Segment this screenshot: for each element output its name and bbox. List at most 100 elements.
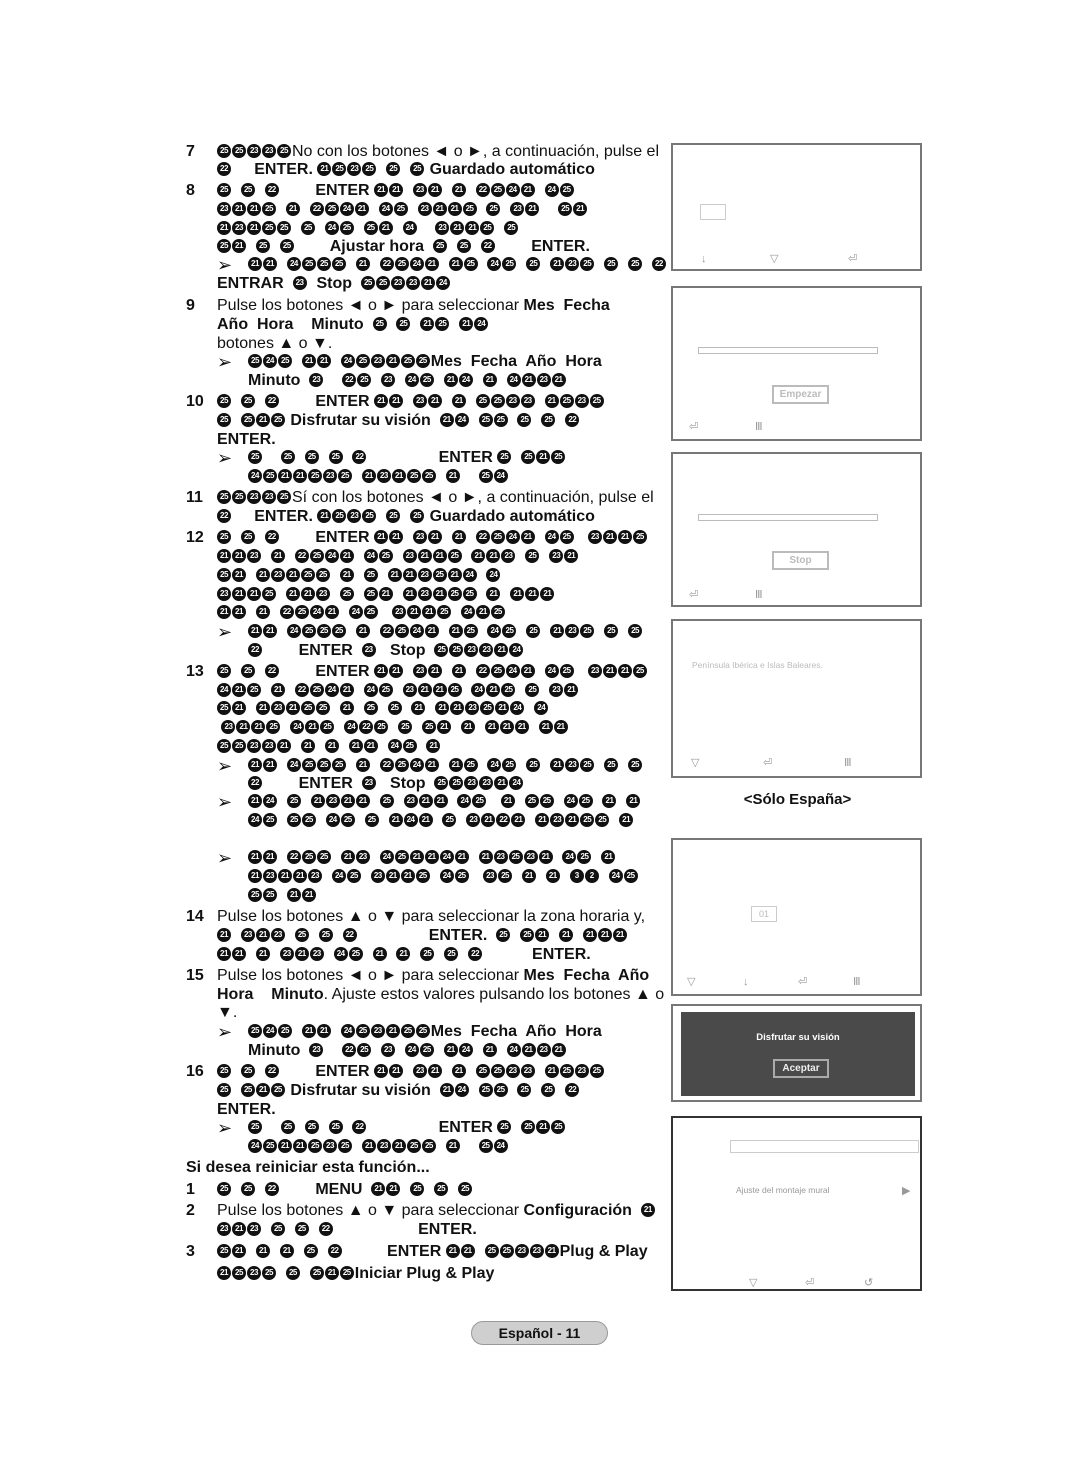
encoded-glyph: 23: [247, 1266, 261, 1280]
encoded-glyph: 21: [374, 664, 389, 678]
encoded-glyph: 25: [262, 221, 276, 235]
updown-icon: ▽: [770, 253, 779, 265]
encoded-glyph: 21: [418, 794, 433, 808]
encoded-glyph: 25: [632, 530, 647, 544]
start-button[interactable]: Empezar: [772, 385, 829, 404]
encoded-glyph: 21: [521, 373, 536, 387]
encoded-glyph: 25: [478, 413, 493, 427]
encoded-glyph: 24: [534, 701, 549, 715]
encoded-glyph: 21: [411, 701, 426, 715]
encoded-glyph: 22: [379, 758, 394, 772]
encoded-glyph: 22: [475, 183, 490, 197]
encoded-glyph: 25: [501, 683, 516, 697]
encoded-glyph: 23: [510, 202, 525, 216]
accept-button[interactable]: Aceptar: [773, 1059, 829, 1078]
encoded-glyph: 21: [263, 850, 277, 864]
wall-mount-menu-item[interactable]: Ajuste del montaje mural: [736, 1185, 830, 1195]
encoded-glyph: 21: [417, 683, 432, 697]
encoded-glyph: 25: [449, 643, 464, 657]
encoded-glyph: 24: [290, 720, 305, 734]
time-zone-option[interactable]: Península Ibérica e Islas Baleares.: [692, 660, 823, 670]
encoded-glyph: 25: [217, 530, 231, 544]
encoded-glyph: 3: [569, 869, 584, 883]
text-segment: 22 ENTER 23 Stop 25 25 23 23 21 24: [248, 642, 524, 659]
encoded-glyph: 21: [355, 257, 370, 271]
encoded-glyph: 25: [490, 394, 505, 408]
encoded-glyph: 25: [490, 530, 505, 544]
note-arrow-icon: ➢: [217, 622, 233, 642]
encoded-glyph: 21: [232, 239, 246, 253]
encoded-glyph: 25: [517, 413, 532, 427]
encoded-glyph: 21: [417, 549, 432, 563]
progress-bar: [698, 347, 878, 354]
encoded-glyph: 25: [462, 587, 477, 601]
encoded-glyph: 21: [248, 257, 262, 271]
encoded-glyph: 25: [521, 1120, 536, 1134]
encoded-glyph: 25: [497, 1120, 512, 1134]
encoded-glyph: 21: [544, 394, 559, 408]
encoded-glyph: 23: [505, 394, 520, 408]
encoded-glyph: 25: [318, 928, 333, 942]
encoded-glyph: 23: [587, 664, 602, 678]
encoded-glyph: 24: [493, 1139, 508, 1153]
encoded-glyph: 21: [285, 568, 300, 582]
encoded-glyph: 21: [378, 587, 393, 601]
encoded-glyph: 21: [374, 183, 389, 197]
encoded-glyph: 25: [386, 162, 401, 176]
encoded-glyph: 23: [465, 701, 480, 715]
encoded-glyph: 21: [602, 530, 617, 544]
step-number: 16: [186, 1063, 204, 1080]
encoded-glyph: 25: [499, 1244, 514, 1258]
encoded-glyph: 25: [301, 257, 316, 271]
encoded-glyph: 21: [255, 947, 270, 961]
encoded-glyph: 21: [248, 794, 262, 808]
encoded-glyph: 25: [357, 373, 372, 387]
encoded-glyph: 25: [324, 202, 339, 216]
encoded-glyph: 25: [402, 739, 417, 753]
encoded-glyph: 25: [240, 530, 255, 544]
encoded-glyph: 21: [432, 202, 447, 216]
encoded-glyph: 25: [247, 683, 261, 697]
encoded-glyph: 21: [385, 869, 400, 883]
encoded-glyph: 21: [536, 1120, 551, 1134]
month-field[interactable]: 01: [751, 906, 777, 922]
encoded-glyph: 21: [317, 162, 332, 176]
note-arrow-icon: ➢: [217, 756, 233, 776]
encoded-glyph: 25: [277, 221, 291, 235]
encoded-glyph: 21: [448, 758, 463, 772]
encoded-glyph: 21: [450, 221, 465, 235]
progress-bar: [698, 514, 878, 521]
dark-dialog: Disfrutar su visión Aceptar: [681, 1012, 915, 1096]
encoded-glyph: 24: [309, 605, 324, 619]
encoded-glyph: 23: [309, 947, 324, 961]
section-heading: Si desea reiniciar esta función...: [186, 1158, 430, 1178]
encoded-glyph: 25: [263, 813, 277, 827]
encoded-glyph: 24: [505, 183, 520, 197]
text-segment: 24 21 25 21 22 25 24 21 24 25 23 21 21 25 24 21 25 …: [217, 682, 579, 699]
return-icon: ↺: [864, 1277, 874, 1289]
encoded-glyph: 21: [217, 947, 231, 961]
encoded-glyph: 25: [270, 1083, 285, 1097]
encoded-glyph: 25: [248, 888, 262, 902]
encoded-glyph: 21: [536, 450, 551, 464]
encoded-glyph: 23: [390, 276, 405, 290]
encoded-glyph: 21: [361, 1139, 376, 1153]
encoded-glyph: 23: [501, 549, 516, 563]
encoded-glyph: 21: [391, 469, 406, 483]
encoded-glyph: 25: [628, 624, 643, 638]
encoded-glyph: 25: [217, 490, 231, 504]
encoded-glyph: 24: [471, 683, 486, 697]
encoded-glyph: 24: [404, 373, 419, 387]
encoded-glyph: 25: [355, 354, 370, 368]
encoded-glyph: 21: [521, 1043, 536, 1057]
encoded-glyph: 25: [360, 276, 375, 290]
menu-icon: Ⅲ: [853, 976, 861, 988]
encoded-glyph: 22: [264, 394, 279, 408]
encoded-glyph: 21: [293, 869, 307, 883]
text-segment: Pulse los botones ◄ o ► para seleccionar: [217, 297, 524, 314]
encoded-glyph: 25: [240, 394, 255, 408]
encoded-glyph: 23: [247, 1222, 261, 1236]
encoded-glyph: 25: [539, 794, 554, 808]
step-number: 14: [186, 908, 204, 925]
stop-button[interactable]: Stop: [772, 551, 829, 570]
